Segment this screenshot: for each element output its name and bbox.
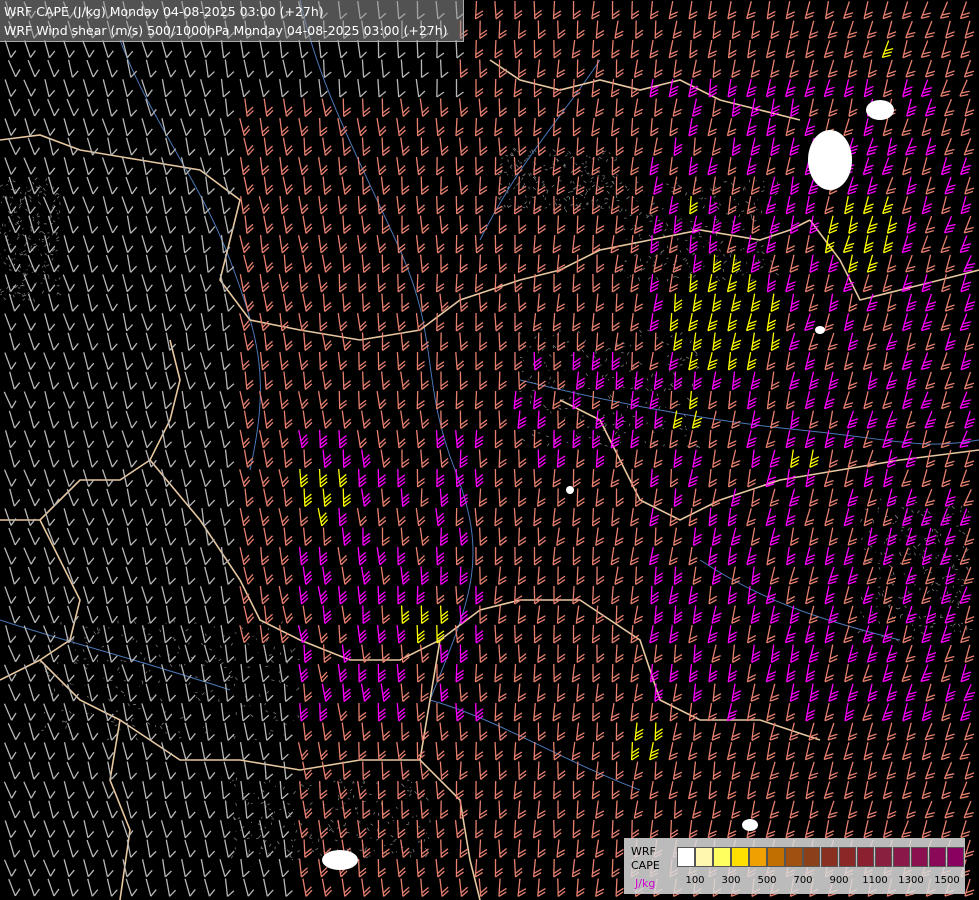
legend-model-label: WRF: [631, 845, 656, 858]
white-patch: [808, 130, 852, 190]
legend-tick: 500: [757, 875, 777, 886]
legend-swatch: [928, 847, 947, 867]
legend-swatch: [820, 847, 839, 867]
legend-tick: 100: [685, 875, 705, 886]
wind-shear-map: [0, 0, 979, 900]
legend-tick: 1100: [862, 875, 888, 886]
legend-swatch: [802, 847, 821, 867]
legend-tick: 900: [829, 875, 849, 886]
white-patch: [566, 486, 574, 494]
legend-tick: 1300: [898, 875, 924, 886]
legend-swatch: [694, 847, 713, 867]
white-patch: [866, 100, 894, 120]
legend-swatch: [838, 847, 857, 867]
shear-title: WRF Wind shear (m/s) 500/1000hPa Monday …: [4, 23, 448, 38]
legend-swatch: [910, 847, 929, 867]
legend-var-label: CAPE: [631, 859, 660, 872]
legend-swatch: [712, 847, 731, 867]
legend-tick: 300: [721, 875, 741, 886]
legend-swatch: [946, 847, 965, 867]
legend-ticks: 100 300 500 700 900 1100 1300 1500: [677, 875, 962, 889]
legend-swatch: [892, 847, 911, 867]
legend-swatch: [730, 847, 749, 867]
white-patch: [322, 850, 358, 870]
legend-swatch: [784, 847, 803, 867]
legend-swatch: [856, 847, 875, 867]
legend-tick: 1500: [934, 875, 960, 886]
legend-swatches: [677, 847, 965, 867]
legend-tick: 700: [793, 875, 813, 886]
map-title-box: WRF CAPE (J/kg) Monday 04-08-2025 03:00 …: [0, 0, 464, 42]
white-patch: [815, 326, 825, 334]
legend-unit: J/kg: [635, 877, 656, 890]
legend-swatch: [748, 847, 767, 867]
legend-swatch: [874, 847, 893, 867]
white-patch: [742, 819, 758, 831]
legend-swatch: [677, 847, 695, 867]
legend-swatch: [766, 847, 785, 867]
cape-title: WRF CAPE (J/kg) Monday 04-08-2025 03:00 …: [4, 4, 324, 19]
cape-legend: WRF CAPE J/kg 100 300 500 700 900 1100 1300 150…: [624, 838, 965, 894]
